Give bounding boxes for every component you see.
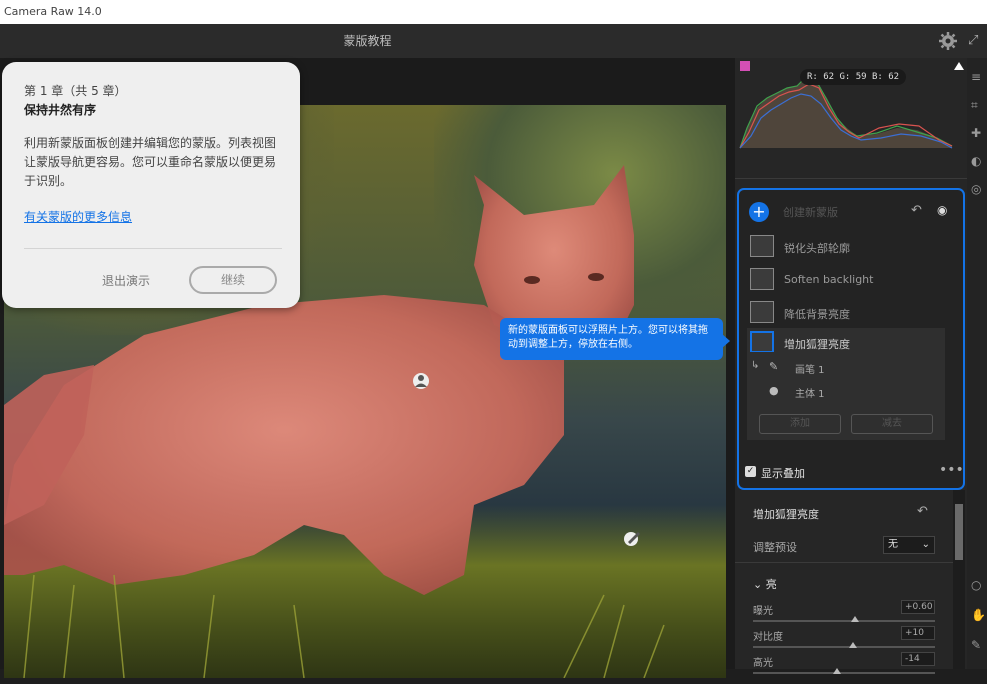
highlights-slider[interactable]: 高光 -14 — [753, 652, 937, 684]
zoom-icon[interactable]: ○ — [971, 578, 985, 592]
adjust-panel: 增加狐狸亮度 ↶ 调整预设 无 ⌄ ⌄ 亮 曝光 +0.60 对比度 +10 高… — [735, 494, 955, 674]
continue-button[interactable]: 继续 — [189, 266, 277, 294]
slider-value[interactable]: -14 — [901, 652, 935, 666]
section-label: 亮 — [765, 578, 777, 591]
tour-callout: 新的蒙版面板可以浮照片上方。您可以将其拖动到调整上方，停放在右侧。 — [500, 318, 723, 360]
reset-icon[interactable]: ↶ — [917, 504, 928, 519]
slider-value[interactable]: +10 — [901, 626, 935, 640]
create-mask-row[interactable]: + 创建新蒙版 ↶ ◉ — [749, 200, 955, 224]
mask-item[interactable]: 降低背景亮度 — [747, 298, 945, 328]
component-brush[interactable]: ↳ ✎ 画笔 1 — [749, 358, 929, 378]
mask-item[interactable]: 锐化头部轮廓 — [747, 232, 945, 262]
app-title: Camera Raw 14.0 — [4, 5, 102, 18]
edit-icon[interactable]: ≡ — [971, 70, 985, 84]
redeye-icon[interactable]: ◎ — [971, 182, 985, 196]
slider-knob[interactable] — [849, 642, 858, 648]
person-pin-icon[interactable] — [412, 371, 430, 391]
scrollbar-thumb[interactable] — [955, 504, 963, 560]
tool-strip: ≡ ⌗ ✚ ◐ ◎ ○ ✋ ✎ — [967, 58, 987, 669]
crop-icon[interactable]: ⌗ — [971, 98, 985, 112]
adjust-divider — [735, 562, 955, 563]
slider-track[interactable] — [753, 620, 935, 622]
mask-icon[interactable]: ◐ — [971, 154, 985, 168]
mask-label[interactable]: Soften backlight — [784, 273, 873, 286]
top-bar: 蒙版教程 ⤢ — [0, 24, 987, 58]
histogram: R: 62 G: 59 B: 62 — [737, 58, 967, 150]
plus-icon[interactable]: + — [749, 202, 769, 222]
rgb-readout: R: 62 G: 59 B: 62 — [800, 69, 906, 85]
slider-knob[interactable] — [850, 616, 859, 622]
mask-label[interactable]: 锐化头部轮廓 — [784, 240, 850, 256]
adjust-title: 增加狐狸亮度 — [753, 508, 819, 521]
document-title: 蒙版教程 — [343, 34, 392, 48]
tour-chapter: 第 1 章（共 5 章） — [24, 84, 127, 98]
overlay-label[interactable]: 显示叠加 — [761, 465, 805, 481]
brush-icon: ✎ — [769, 360, 779, 373]
component-label[interactable]: 画笔 1 — [795, 361, 825, 376]
checkbox-icon[interactable]: ✓ — [745, 466, 756, 477]
slider-label: 高光 — [753, 658, 773, 669]
component-label[interactable]: 主体 1 — [795, 385, 825, 400]
eye-icon[interactable]: ◉ — [937, 203, 947, 217]
mask-thumbnail[interactable] — [750, 301, 774, 323]
chevron-down-icon: ⌄ — [753, 578, 766, 591]
mask-thumbnail[interactable] — [750, 235, 774, 257]
branch-arrow-icon: ↳ — [751, 360, 760, 371]
preset-select[interactable]: 无 ⌄ — [883, 536, 935, 554]
subtract-button[interactable]: 减去 — [851, 414, 933, 434]
sampler-icon[interactable]: ✎ — [971, 638, 985, 652]
window-title-bar: Camera Raw 14.0 — [0, 0, 987, 24]
histogram-divider — [735, 178, 967, 179]
undo-icon[interactable]: ↶ — [911, 203, 922, 218]
hand-icon[interactable]: ✋ — [971, 608, 986, 622]
mask-label[interactable]: 增加狐狸亮度 — [784, 336, 850, 352]
more-info-link[interactable]: 有关蒙版的更多信息 — [24, 208, 132, 225]
callout-arrow — [722, 334, 730, 348]
brush-pin-icon[interactable] — [622, 528, 644, 548]
tour-body: 利用新蒙版面板创建并编辑您的蒙版。列表视图让蒙版导航更容易。您可以重命名蒙版以便… — [24, 136, 277, 188]
mask-label[interactable]: 降低背景亮度 — [784, 306, 850, 322]
tour-dialog: 第 1 章（共 5 章） 保持井然有序 利用新蒙版面板创建并编辑您的蒙版。列表视… — [2, 62, 300, 308]
light-section-header[interactable]: ⌄ 亮 — [753, 576, 777, 592]
subject-icon: ● — [769, 384, 779, 397]
component-subject[interactable]: ● 主体 1 — [749, 382, 929, 402]
expand-icon[interactable]: ⤢ — [968, 33, 986, 49]
mask-thumbnail[interactable] — [750, 268, 774, 290]
mask-thumbnail[interactable] — [750, 331, 774, 353]
scrollbar[interactable] — [953, 490, 965, 669]
slider-track[interactable] — [753, 646, 935, 648]
mask-item[interactable]: Soften backlight — [747, 265, 945, 295]
preset-label: 调整预设 — [753, 541, 797, 554]
slider-label: 曝光 — [753, 606, 773, 617]
masks-panel: + 创建新蒙版 ↶ ◉ 锐化头部轮廓 Soften backlight 降低背景… — [737, 188, 965, 490]
more-icon[interactable]: ••• — [939, 462, 964, 478]
heal-icon[interactable]: ✚ — [971, 126, 985, 140]
slider-value[interactable]: +0.60 — [901, 600, 935, 614]
add-button[interactable]: 添加 — [759, 414, 841, 434]
tour-divider — [24, 248, 282, 249]
gear-icon[interactable] — [938, 31, 958, 51]
right-panel: R: 62 G: 59 B: 62 + 创建新蒙版 ↶ ◉ 锐化头部轮廓 Sof… — [735, 58, 967, 674]
slider-label: 对比度 — [753, 632, 783, 643]
chevron-down-icon: ⌄ — [921, 539, 930, 550]
preset-value: 无 — [888, 539, 898, 550]
create-mask-label[interactable]: 创建新蒙版 — [783, 204, 838, 220]
show-overlay-row[interactable]: ✓ 显示叠加 ••• — [743, 462, 964, 482]
tour-heading: 保持井然有序 — [24, 103, 97, 117]
exit-tour-button[interactable]: 退出演示 — [102, 272, 150, 289]
slider-track[interactable] — [753, 672, 935, 674]
